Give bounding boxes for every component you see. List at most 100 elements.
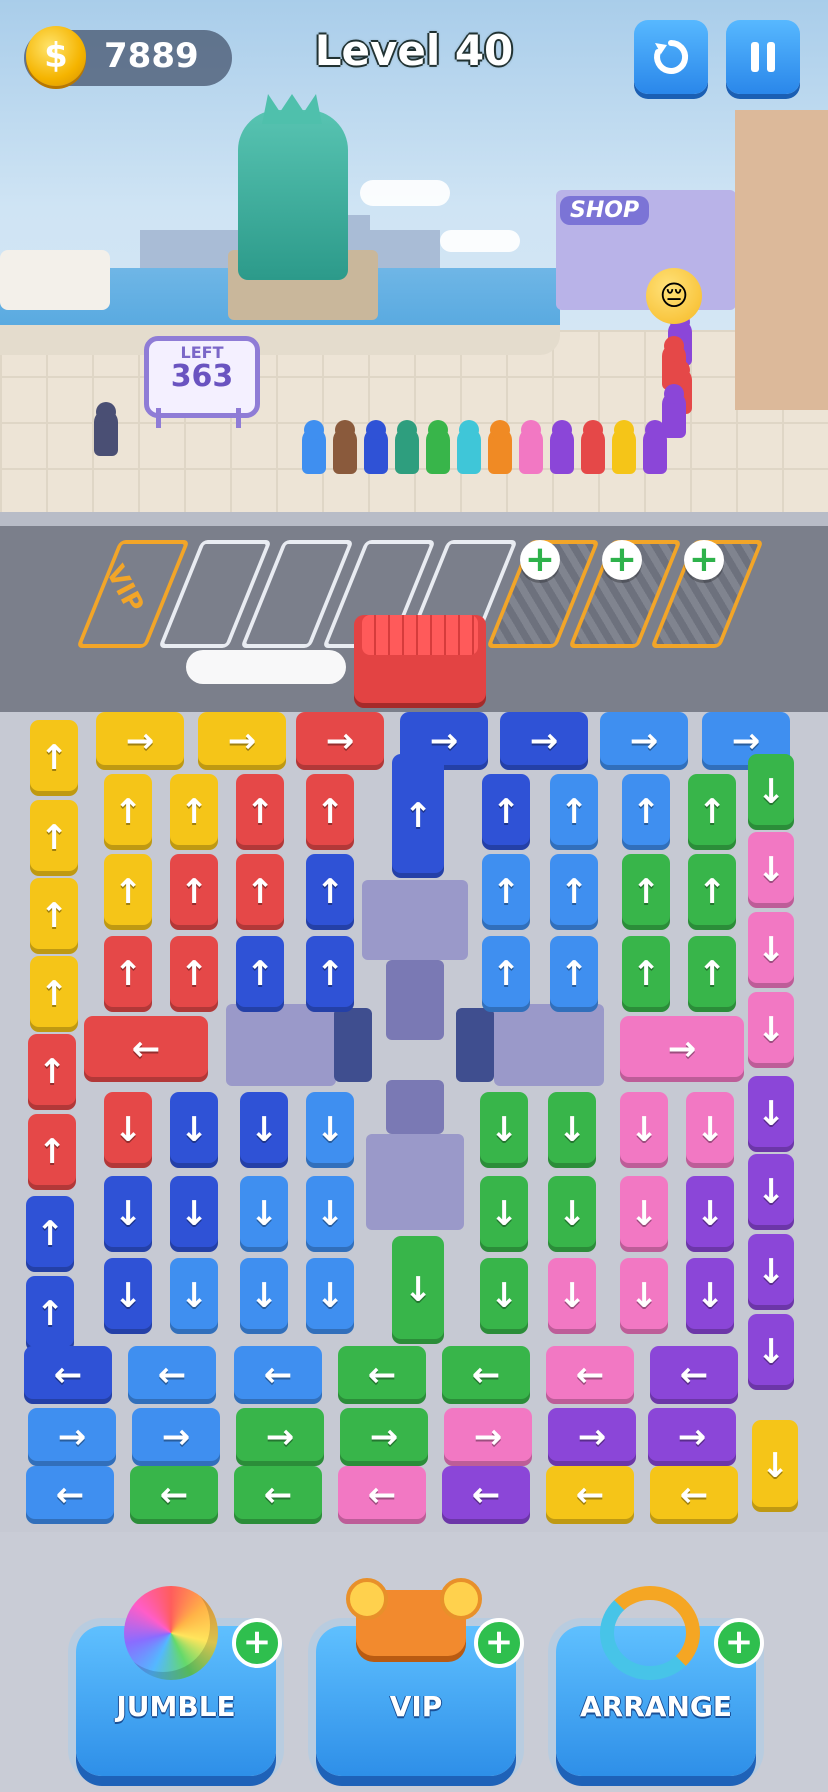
blue-car-up[interactable]: ↑ — [482, 774, 530, 850]
lightblue-car-left[interactable]: ← — [26, 1466, 114, 1524]
purple-car-left[interactable]: ← — [442, 1466, 530, 1524]
yellow-car-right[interactable]: → — [96, 712, 184, 770]
yellow-car-up[interactable]: ↑ — [30, 878, 78, 954]
blue-car-right[interactable]: → — [500, 712, 588, 770]
purple-car-left[interactable]: ← — [650, 1346, 738, 1404]
pink-car-down[interactable]: ↓ — [620, 1258, 668, 1334]
lightblue-car-up[interactable]: ↑ — [550, 936, 598, 1012]
blue-car-up[interactable]: ↑ — [26, 1196, 74, 1272]
unlock-slot-plus-icon[interactable]: + — [520, 540, 560, 580]
green-car-left[interactable]: ← — [442, 1346, 530, 1404]
lightblue-car-right[interactable]: → — [600, 712, 688, 770]
blue-car-up[interactable]: ↑ — [236, 936, 284, 1012]
blue-car-down[interactable]: ↓ — [240, 1092, 288, 1168]
lightblue-car-down[interactable]: ↓ — [306, 1258, 354, 1334]
pause-button[interactable] — [726, 20, 800, 94]
lightblue-car-down[interactable]: ↓ — [240, 1176, 288, 1252]
red-car-up[interactable]: ↑ — [28, 1034, 76, 1110]
pink-car-down[interactable]: ↓ — [548, 1258, 596, 1334]
vip-add-plus-icon[interactable]: + — [474, 1618, 524, 1668]
blue-car-up[interactable]: ↑ — [306, 936, 354, 1012]
pink-car-down[interactable]: ↓ — [620, 1176, 668, 1252]
green-car-down[interactable]: ↓ — [480, 1092, 528, 1168]
red-car-down[interactable]: ↓ — [104, 1092, 152, 1168]
restart-button[interactable] — [634, 20, 708, 94]
pink-car-down[interactable]: ↓ — [620, 1092, 668, 1168]
pink-car-down[interactable]: ↓ — [748, 832, 794, 908]
unlock-slot-plus-icon[interactable]: + — [684, 540, 724, 580]
green-car-left[interactable]: ← — [234, 1466, 322, 1524]
green-car-up[interactable]: ↑ — [688, 936, 736, 1012]
lightblue-car-right[interactable]: → — [132, 1408, 220, 1466]
lightblue-car-up[interactable]: ↑ — [482, 854, 530, 930]
red-car-up[interactable]: ↑ — [104, 936, 152, 1012]
green-car-right[interactable]: → — [236, 1408, 324, 1466]
lightblue-car-down[interactable]: ↓ — [240, 1258, 288, 1334]
red-car-up[interactable]: ↑ — [170, 854, 218, 930]
blue-car-down[interactable]: ↓ — [104, 1176, 152, 1252]
yellow-car-down[interactable]: ↓ — [752, 1420, 798, 1512]
lightblue-car-up[interactable]: ↑ — [622, 774, 670, 850]
green-car-up[interactable]: ↑ — [688, 854, 736, 930]
green-car-up[interactable]: ↑ — [622, 936, 670, 1012]
red-car-up[interactable]: ↑ — [236, 854, 284, 930]
yellow-car-left[interactable]: ← — [650, 1466, 738, 1524]
green-car-down[interactable]: ↓ — [548, 1092, 596, 1168]
unlock-slot-plus-icon[interactable]: + — [602, 540, 642, 580]
purple-car-down[interactable]: ↓ — [748, 1314, 794, 1390]
pink-car-right[interactable]: → — [444, 1408, 532, 1466]
jumble-add-plus-icon[interactable]: + — [232, 1618, 282, 1668]
green-car-down[interactable]: ↓ — [480, 1258, 528, 1334]
lightblue-car-down[interactable]: ↓ — [306, 1176, 354, 1252]
purple-car-down[interactable]: ↓ — [686, 1258, 734, 1334]
purple-car-down[interactable]: ↓ — [748, 1154, 794, 1230]
pink-car-down[interactable]: ↓ — [686, 1092, 734, 1168]
yellow-car-up[interactable]: ↑ — [30, 800, 78, 876]
red-car-up[interactable]: ↑ — [306, 774, 354, 850]
green-car-up[interactable]: ↑ — [688, 774, 736, 850]
yellow-car-right[interactable]: → — [198, 712, 286, 770]
yellow-car-left[interactable]: ← — [546, 1466, 634, 1524]
red-car-left[interactable]: ← — [84, 1016, 208, 1082]
green-car-left[interactable]: ← — [338, 1346, 426, 1404]
lightblue-car-left[interactable]: ← — [128, 1346, 216, 1404]
green-car-up[interactable]: ↑ — [622, 854, 670, 930]
yellow-car-up[interactable]: ↑ — [104, 774, 152, 850]
blue-car-down[interactable]: ↓ — [170, 1176, 218, 1252]
lightblue-car-right[interactable]: → — [28, 1408, 116, 1466]
blue-car-up[interactable]: ↑ — [392, 754, 444, 878]
yellow-car-up[interactable]: ↑ — [30, 720, 78, 796]
lightblue-car-up[interactable]: ↑ — [550, 854, 598, 930]
purple-car-down[interactable]: ↓ — [748, 1076, 794, 1152]
purple-car-down[interactable]: ↓ — [748, 1234, 794, 1310]
red-car-up[interactable]: ↑ — [236, 774, 284, 850]
purple-car-right[interactable]: → — [548, 1408, 636, 1466]
lightblue-car-up[interactable]: ↑ — [482, 936, 530, 1012]
pink-car-down[interactable]: ↓ — [748, 992, 794, 1068]
green-car-down[interactable]: ↓ — [548, 1176, 596, 1252]
green-car-down[interactable]: ↓ — [748, 754, 794, 830]
yellow-car-up[interactable]: ↑ — [170, 774, 218, 850]
red-car-up[interactable]: ↑ — [28, 1114, 76, 1190]
lightblue-car-down[interactable]: ↓ — [170, 1258, 218, 1334]
lightblue-car-left[interactable]: ← — [234, 1346, 322, 1404]
yellow-car-up[interactable]: ↑ — [104, 854, 152, 930]
purple-car-right[interactable]: → — [648, 1408, 736, 1466]
green-car-right[interactable]: → — [340, 1408, 428, 1466]
blue-car-up[interactable]: ↑ — [306, 854, 354, 930]
green-car-down[interactable]: ↓ — [480, 1176, 528, 1252]
pink-car-left[interactable]: ← — [338, 1466, 426, 1524]
purple-car-down[interactable]: ↓ — [686, 1176, 734, 1252]
pink-car-left[interactable]: ← — [546, 1346, 634, 1404]
lightblue-car-down[interactable]: ↓ — [306, 1092, 354, 1168]
blue-car-down[interactable]: ↓ — [170, 1092, 218, 1168]
yellow-car-up[interactable]: ↑ — [30, 956, 78, 1032]
blue-car-up[interactable]: ↑ — [26, 1276, 74, 1352]
pink-car-down[interactable]: ↓ — [748, 912, 794, 988]
green-car-down[interactable]: ↓ — [392, 1236, 444, 1344]
blue-car-left[interactable]: ← — [24, 1346, 112, 1404]
arrange-add-plus-icon[interactable]: + — [714, 1618, 764, 1668]
green-car-left[interactable]: ← — [130, 1466, 218, 1524]
pink-car-right[interactable]: → — [620, 1016, 744, 1082]
red-car-up[interactable]: ↑ — [170, 936, 218, 1012]
